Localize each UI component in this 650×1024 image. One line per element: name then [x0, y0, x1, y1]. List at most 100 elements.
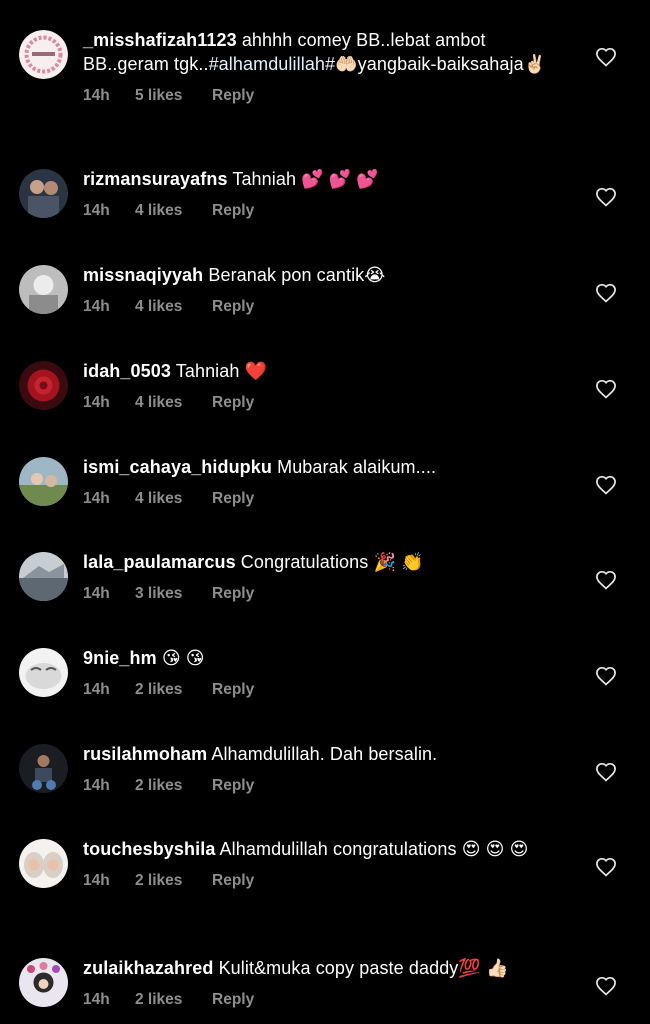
- comment-likes[interactable]: 4 likes: [135, 297, 212, 317]
- comment-likes[interactable]: 4 likes: [135, 489, 212, 509]
- avatar[interactable]: [19, 30, 68, 79]
- comment-time: 14h: [83, 298, 110, 315]
- avatar[interactable]: [19, 265, 68, 314]
- heart-outline-icon[interactable]: [595, 379, 617, 399]
- heart-outline-icon[interactable]: [595, 666, 617, 686]
- comment-username[interactable]: missnaqiyyah: [83, 265, 203, 285]
- comment-username[interactable]: rizmansurayafns: [83, 169, 228, 189]
- reply-button[interactable]: Reply: [212, 489, 254, 509]
- comment-text: Mubarak alaikum....: [277, 457, 437, 477]
- comment-text: Kulit&muka copy paste daddy💯 👍🏻: [218, 958, 509, 978]
- comment-time: 14h: [83, 394, 110, 411]
- comment-text: Tahniah ❤️: [175, 361, 268, 381]
- comment-meta: 14h 2 likes Reply: [83, 871, 563, 891]
- heart-outline-icon[interactable]: [595, 976, 617, 996]
- comment-likes[interactable]: 2 likes: [135, 871, 212, 891]
- avatar[interactable]: [19, 361, 68, 410]
- reply-button[interactable]: Reply: [212, 990, 254, 1010]
- comment-text-container: 9nie_hm 😘 😘: [83, 646, 563, 670]
- comment-meta: 14h 2 likes Reply: [83, 680, 563, 700]
- reply-button[interactable]: Reply: [212, 86, 254, 106]
- comment-likes[interactable]: 2 likes: [135, 990, 212, 1010]
- avatar[interactable]: [19, 744, 68, 793]
- comment-body: idah_0503 Tahniah ❤️ 14h 4 likes Reply: [83, 359, 563, 413]
- comment-body: ismi_cahaya_hidupku Mubarak alaikum.... …: [83, 455, 563, 509]
- reply-button[interactable]: Reply: [212, 584, 254, 604]
- comment-meta: 14h 3 likes Reply: [83, 584, 563, 604]
- avatar[interactable]: [19, 958, 68, 1007]
- reply-button[interactable]: Reply: [212, 776, 254, 796]
- comment-username[interactable]: ismi_cahaya_hidupku: [83, 457, 272, 477]
- avatar[interactable]: [19, 648, 68, 697]
- comment-body: missnaqiyyah Beranak pon cantik😭 14h 4 li…: [83, 263, 563, 317]
- reply-button[interactable]: Reply: [212, 297, 254, 317]
- comment-text-container: idah_0503 Tahniah ❤️: [83, 359, 563, 383]
- comment-meta: 14h 4 likes Reply: [83, 297, 563, 317]
- comment-likes[interactable]: 4 likes: [135, 201, 212, 221]
- comment-body: rusilahmoham Alhamdulillah. Dah bersalin…: [83, 742, 563, 796]
- comment-time: 14h: [83, 202, 110, 219]
- comment-username[interactable]: lala_paulamarcus: [83, 552, 236, 572]
- comment-text: 🤲🏻yangbaik-baiksahaja✌🏻: [335, 54, 547, 74]
- comment-text-container: rusilahmoham Alhamdulillah. Dah bersalin…: [83, 742, 563, 766]
- comment-text: Congratulations 🎉 👏: [240, 552, 424, 572]
- comment-text-container: _misshafizah1123 ahhhh comey BB..lebat a…: [83, 28, 563, 76]
- comment-text: 😘 😘: [161, 648, 205, 668]
- reply-button[interactable]: Reply: [212, 201, 254, 221]
- comment-text-container: lala_paulamarcus Congratulations 🎉 👏: [83, 550, 563, 574]
- comment-body: lala_paulamarcus Congratulations 🎉 👏 14h…: [83, 550, 563, 604]
- comment-text-container: rizmansurayafns Tahniah 💕 💕 💕: [83, 167, 563, 191]
- comment-time: 14h: [83, 585, 110, 602]
- comment-likes[interactable]: 2 likes: [135, 680, 212, 700]
- comment-meta: 14h 4 likes Reply: [83, 201, 563, 221]
- reply-button[interactable]: Reply: [212, 871, 254, 891]
- avatar[interactable]: [19, 457, 68, 506]
- heart-outline-icon[interactable]: [595, 283, 617, 303]
- comment-text: Tahniah 💕 💕 💕: [232, 169, 379, 189]
- heart-outline-icon[interactable]: [595, 762, 617, 782]
- comment-text: Alhamdulillah. Dah bersalin.: [211, 744, 438, 764]
- comment-hashtag[interactable]: #alhamdulillah#: [209, 54, 336, 74]
- reply-button[interactable]: Reply: [212, 680, 254, 700]
- comment-likes[interactable]: 4 likes: [135, 393, 212, 413]
- comment-time: 14h: [83, 872, 110, 889]
- comment-likes[interactable]: 5 likes: [135, 86, 212, 106]
- comment-body: zulaikhazahred Kulit&muka copy paste dad…: [83, 956, 563, 1010]
- comment-body: touchesbyshila Alhamdulillah congratulat…: [83, 837, 563, 891]
- heart-outline-icon[interactable]: [595, 857, 617, 877]
- comment-likes[interactable]: 2 likes: [135, 776, 212, 796]
- comment-text-container: zulaikhazahred Kulit&muka copy paste dad…: [83, 956, 563, 980]
- comment-username[interactable]: touchesbyshila: [83, 839, 215, 859]
- comment-meta: 14h 2 likes Reply: [83, 990, 563, 1010]
- comment-username[interactable]: idah_0503: [83, 361, 171, 381]
- heart-outline-icon[interactable]: [595, 570, 617, 590]
- comment-meta: 14h 4 likes Reply: [83, 393, 563, 413]
- comment-time: 14h: [83, 991, 110, 1008]
- comment-time: 14h: [83, 87, 110, 104]
- comment-text: Beranak pon cantik😭: [208, 265, 386, 285]
- comment-username[interactable]: 9nie_hm: [83, 648, 157, 668]
- comment-username[interactable]: _misshafizah1123: [83, 30, 237, 50]
- comment-body: rizmansurayafns Tahniah 💕 💕 💕 14h 4 likes…: [83, 167, 563, 221]
- avatar[interactable]: [19, 552, 68, 601]
- comment-meta: 14h 5 likes Reply: [83, 86, 563, 106]
- heart-outline-icon[interactable]: [595, 47, 617, 67]
- avatar[interactable]: [19, 169, 68, 218]
- heart-outline-icon[interactable]: [595, 475, 617, 495]
- heart-outline-icon[interactable]: [595, 187, 617, 207]
- comment-body: 9nie_hm 😘 😘 14h 2 likes Reply: [83, 646, 563, 700]
- comment-text: Alhamdulillah congratulations 😍 😍 😍: [219, 839, 529, 859]
- comment-text-container: missnaqiyyah Beranak pon cantik😭: [83, 263, 563, 287]
- comment-text-container: ismi_cahaya_hidupku Mubarak alaikum....: [83, 455, 563, 479]
- comment-likes[interactable]: 3 likes: [135, 584, 212, 604]
- comment-time: 14h: [83, 490, 110, 507]
- comment-username[interactable]: zulaikhazahred: [83, 958, 213, 978]
- comment-time: 14h: [83, 777, 110, 794]
- reply-button[interactable]: Reply: [212, 393, 254, 413]
- comment-time: 14h: [83, 681, 110, 698]
- comment-body: _misshafizah1123 ahhhh comey BB..lebat a…: [83, 28, 563, 106]
- avatar[interactable]: [19, 839, 68, 888]
- comment-username[interactable]: rusilahmoham: [83, 744, 207, 764]
- comment-meta: 14h 4 likes Reply: [83, 489, 563, 509]
- comment-text-container: touchesbyshila Alhamdulillah congratulat…: [83, 837, 563, 861]
